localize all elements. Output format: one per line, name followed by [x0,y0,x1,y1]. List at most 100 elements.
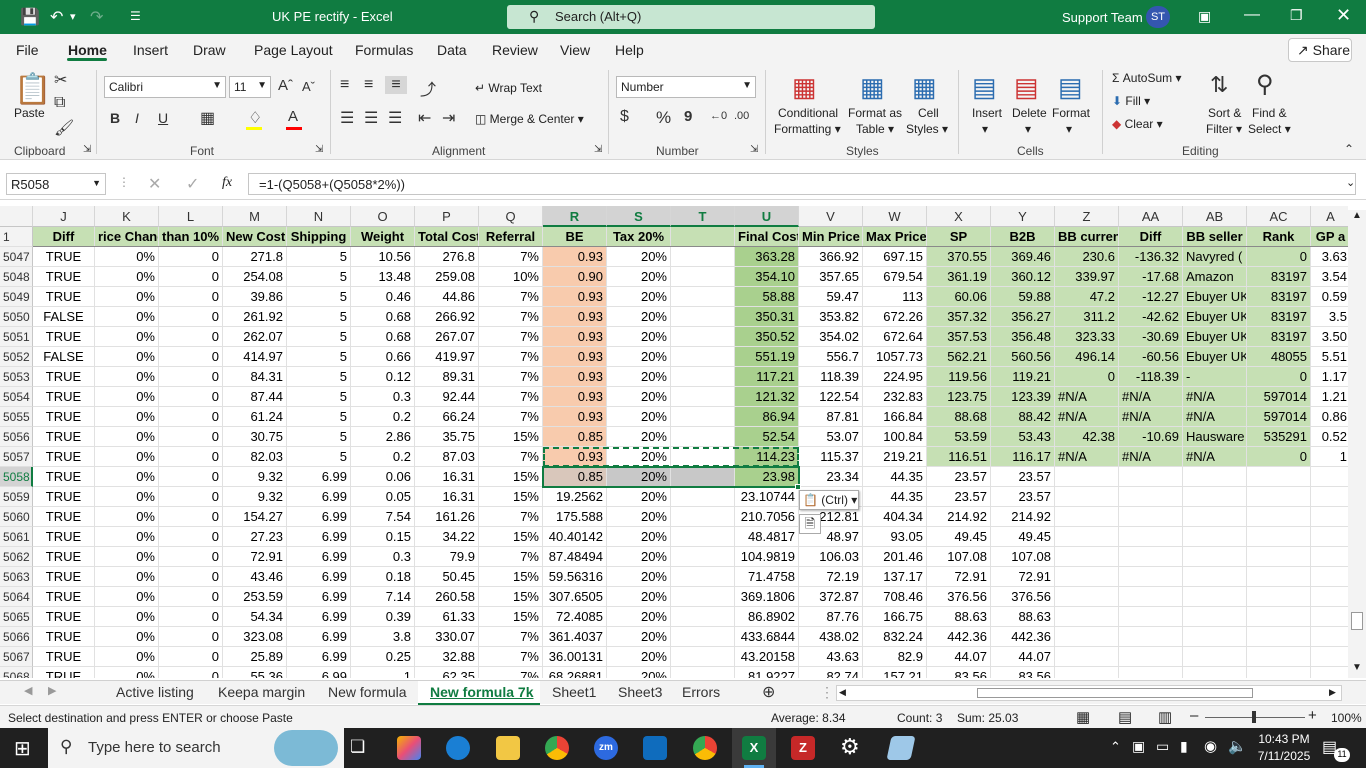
table-cell[interactable]: 0 [159,247,223,267]
table-cell[interactable]: 106.03 [799,547,863,567]
table-cell[interactable]: 7% [479,547,543,567]
table-cell[interactable]: Amazon [1183,267,1247,287]
table-cell[interactable]: 0.93 [543,287,607,307]
table-cell[interactable]: 104.9819 [735,547,799,567]
table-cell[interactable]: 0.52 [1311,427,1348,447]
align-center-icon[interactable]: ☰ [364,108,378,128]
header-cell[interactable]: Total Cost [415,227,479,247]
next-sheet-icon[interactable]: ▶ [48,684,56,697]
table-cell[interactable]: 708.46 [863,587,927,607]
table-cell[interactable] [1055,487,1119,507]
table-cell[interactable]: 0.3 [351,387,415,407]
table-cell[interactable]: FALSE [33,347,95,367]
table-cell[interactable]: 3.8 [351,627,415,647]
table-cell[interactable]: 20% [607,247,671,267]
table-cell[interactable]: 23.98 [735,467,799,487]
table-cell[interactable]: 6.99 [287,587,351,607]
header-cell[interactable]: B2B [991,227,1055,247]
table-cell[interactable]: 230.6 [1055,247,1119,267]
table-cell[interactable]: 88.68 [927,407,991,427]
table-cell[interactable]: 16.31 [415,467,479,487]
vertical-scrollbar[interactable]: ▲ ▼ [1348,210,1366,678]
table-cell[interactable]: 175.588 [543,507,607,527]
table-cell[interactable]: 5 [287,287,351,307]
table-cell[interactable]: TRUE [33,647,95,667]
table-cell[interactable]: 369.46 [991,247,1055,267]
table-cell[interactable]: 253.59 [223,587,287,607]
table-cell[interactable] [1247,627,1311,647]
table-cell[interactable] [1311,467,1348,487]
header-cell[interactable]: SP [927,227,991,247]
close-icon[interactable]: ✕ [1336,5,1351,26]
excel-icon[interactable]: X [742,736,766,760]
conditional-formatting-icon[interactable]: ▦ [792,72,817,103]
enter-icon[interactable]: ✓ [186,174,199,194]
tab-split-icon[interactable]: ⋮ [820,684,834,701]
table-cell[interactable]: 55.36 [223,667,287,678]
table-cell[interactable]: 0% [95,427,159,447]
table-cell[interactable]: 0% [95,507,159,527]
sort-filter-button[interactable]: Filter ▾ [1206,122,1242,136]
table-cell[interactable]: 350.31 [735,307,799,327]
zoom-level[interactable]: 100% [1331,711,1362,725]
collapse-ribbon-icon[interactable]: ⌃ [1344,142,1354,156]
table-cell[interactable]: 266.92 [415,307,479,327]
conditional-formatting-button[interactable]: Formatting ▾ [774,122,841,136]
table-cell[interactable]: 201.46 [863,547,927,567]
table-cell[interactable]: TRUE [33,547,95,567]
table-cell[interactable]: 0% [95,467,159,487]
expand-formula-icon[interactable]: ⌄ [1346,176,1355,189]
table-cell[interactable] [1119,567,1183,587]
table-cell[interactable]: 20% [607,487,671,507]
table-cell[interactable]: 16.31 [415,487,479,507]
row-header[interactable]: 5052 [0,347,33,367]
table-cell[interactable]: 84.31 [223,367,287,387]
table-cell[interactable]: 0% [95,627,159,647]
share-button[interactable]: ↗ Share [1288,38,1352,62]
paste-label[interactable]: Paste [14,106,45,120]
redo-icon[interactable]: ↷ [90,7,103,27]
table-cell[interactable] [1311,567,1348,587]
table-cell[interactable]: 83.56 [927,667,991,678]
header-cell[interactable]: Tax 20% [607,227,671,247]
table-cell[interactable]: - [1183,367,1247,387]
row-header[interactable]: 5051 [0,327,33,347]
table-cell[interactable]: TRUE [33,667,95,678]
row-header[interactable]: 5066 [0,627,33,647]
table-cell[interactable]: 562.21 [927,347,991,367]
table-cell[interactable]: 5 [287,407,351,427]
table-cell[interactable] [1055,667,1119,678]
table-cell[interactable]: 86.8902 [735,607,799,627]
column-header-y[interactable]: Y [991,206,1055,227]
table-cell[interactable]: 44.07 [927,647,991,667]
table-cell[interactable] [1055,567,1119,587]
copilot-icon[interactable] [397,736,421,760]
table-cell[interactable] [1247,487,1311,507]
row-header[interactable]: 5050 [0,307,33,327]
table-cell[interactable]: 357.32 [927,307,991,327]
row-header[interactable]: 5064 [0,587,33,607]
add-sheet-icon[interactable]: ⊕ [762,682,775,702]
table-cell[interactable]: 0 [159,607,223,627]
table-cell[interactable]: TRUE [33,627,95,647]
table-cell[interactable]: 323.33 [1055,327,1119,347]
table-cell[interactable]: 122.54 [799,387,863,407]
table-cell[interactable] [671,407,735,427]
table-cell[interactable]: 2.86 [351,427,415,447]
delete-cells-label[interactable]: Delete [1012,106,1047,120]
header-cell[interactable]: GP a [1311,227,1348,247]
sheet-tab-keepa-margin[interactable]: Keepa margin [218,684,305,700]
table-cell[interactable]: 496.14 [1055,347,1119,367]
align-top-icon[interactable]: ≡ [340,76,349,94]
table-cell[interactable]: 61.33 [415,607,479,627]
table-cell[interactable]: 210.7056 [735,507,799,527]
table-cell[interactable]: 7% [479,367,543,387]
column-header-u[interactable]: U [735,206,799,227]
table-cell[interactable] [671,487,735,507]
table-cell[interactable]: 0% [95,307,159,327]
table-cell[interactable]: 0 [159,487,223,507]
table-cell[interactable]: -136.32 [1119,247,1183,267]
table-cell[interactable]: -12.27 [1119,287,1183,307]
table-cell[interactable] [671,307,735,327]
table-cell[interactable]: 679.54 [863,267,927,287]
